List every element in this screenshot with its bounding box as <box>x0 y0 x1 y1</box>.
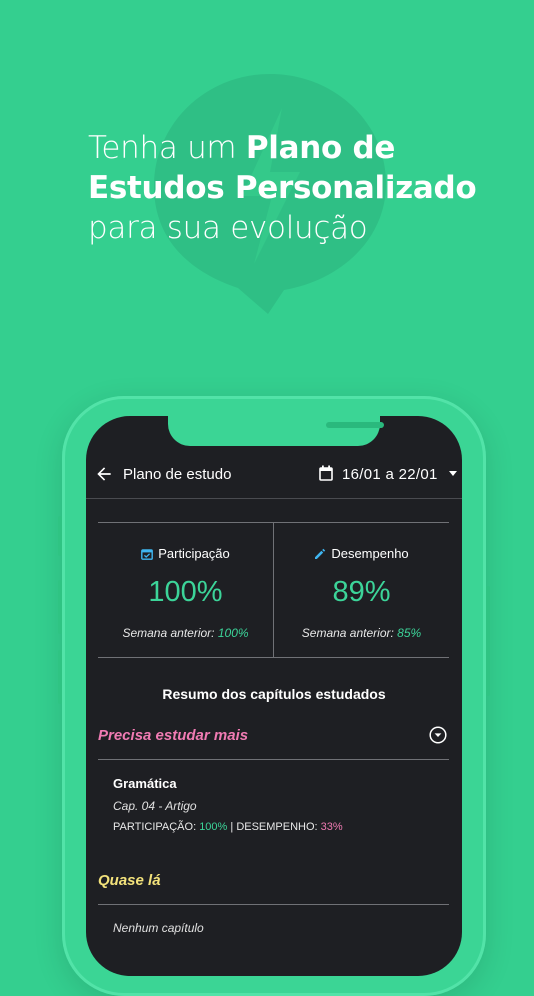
performance-value: 89% <box>332 576 391 608</box>
participation-prev-label: Semana anterior: <box>122 626 218 640</box>
chapter-name: Cap. 04 - Artigo <box>113 799 197 813</box>
calendar-check-icon <box>141 549 154 560</box>
performance-stat-label: DESEMPENHO: <box>236 821 321 833</box>
participation-value: 100% <box>148 576 223 608</box>
caret-down-icon[interactable] <box>449 471 457 476</box>
phone-power-button <box>486 586 490 696</box>
summary-title: Resumo dos capítulos estudados <box>162 686 386 702</box>
participation-label: Participação <box>158 546 230 561</box>
phone-volume-down <box>58 650 62 704</box>
phone-side-button <box>58 516 62 556</box>
hero-line1-light: Tenha um <box>88 130 246 166</box>
participation-prev-value: 100% <box>217 626 249 640</box>
hero-line1-bold: Plano de <box>245 130 396 166</box>
almost-section-title[interactable]: Quase lá <box>98 872 161 889</box>
arrow-left-icon[interactable] <box>94 464 114 484</box>
performance-label: Desempenho <box>331 546 409 561</box>
phone-screen: Plano de estudo 16/01 a 22/01 Participaç… <box>86 416 462 976</box>
hero-line2-bold: Estudos Personalizado <box>88 170 477 206</box>
participation-previous: Semana anterior: 100% <box>98 626 273 640</box>
hero-line3-light: para sua evolução <box>88 210 368 246</box>
stats-panel: Participação 100% Semana anterior: 100% … <box>98 522 449 658</box>
performance-previous: Semana anterior: 85% <box>274 626 449 640</box>
hero-headline: Tenha um Plano de Estudos Personalizado … <box>88 128 508 248</box>
subject-name: Gramática <box>113 776 177 791</box>
participation-stat-label: PARTICIPAÇÃO: <box>113 821 200 833</box>
performance-stat-value: 33% <box>320 821 343 833</box>
app-bar-divider <box>86 498 462 499</box>
chapter-stats: PARTICIPAÇÃO: 100% | DESEMPENHO: 33% <box>113 821 343 833</box>
needs-more-section-title[interactable]: Precisa estudar mais <box>98 727 248 744</box>
participation-card: Participação 100% Semana anterior: 100% <box>98 523 273 657</box>
chevron-down-circle-icon[interactable] <box>429 726 447 744</box>
performance-card: Desempenho 89% Semana anterior: 85% <box>274 523 449 657</box>
empty-state-text: Nenhum capítulo <box>113 921 204 935</box>
phone-volume-up <box>58 580 62 634</box>
page-title: Plano de estudo <box>123 466 232 483</box>
section-divider <box>98 759 449 760</box>
pencil-icon <box>315 548 326 559</box>
section-divider <box>98 904 449 905</box>
date-range-selector[interactable]: 16/01 a 22/01 <box>342 466 438 483</box>
stat-separator: | <box>227 821 237 833</box>
performance-prev-label: Semana anterior: <box>301 626 398 640</box>
performance-prev-value: 85% <box>397 626 422 640</box>
participation-stat-value: 100% <box>199 821 228 833</box>
calendar-icon[interactable] <box>319 465 333 481</box>
phone-speaker <box>326 422 384 428</box>
app-bar: Plano de estudo 16/01 a 22/01 <box>86 456 462 498</box>
phone-notch <box>168 416 384 446</box>
